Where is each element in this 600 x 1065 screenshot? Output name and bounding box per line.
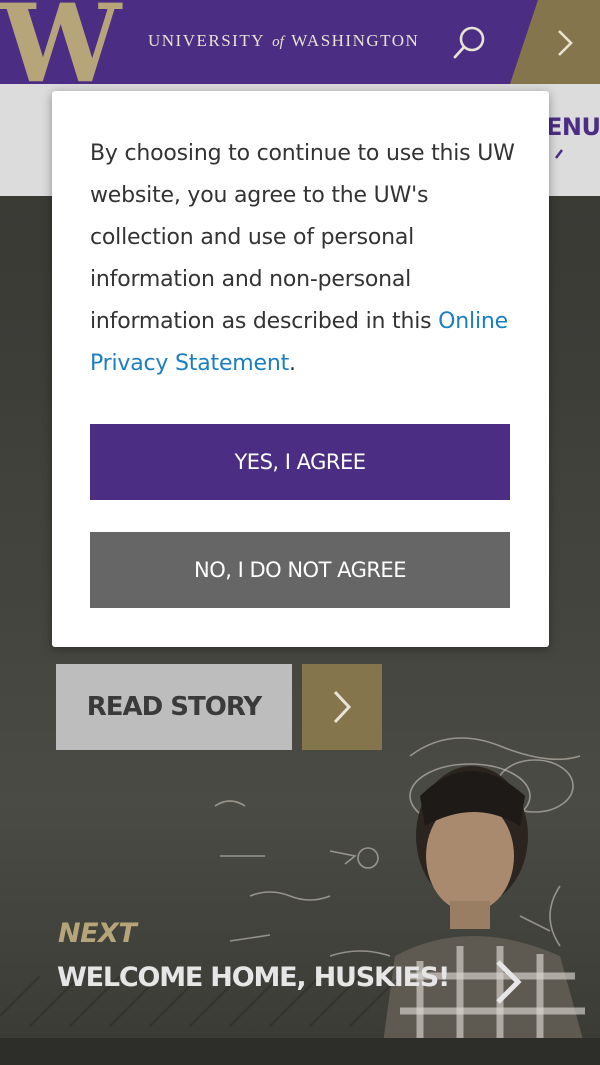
search-button[interactable] <box>450 22 490 62</box>
menu-button[interactable]: ENU <box>546 113 600 141</box>
uw-logo[interactable]: W <box>0 0 121 84</box>
privacy-consent-dialog: By choosing to continue to use this UW w… <box>52 91 549 647</box>
agree-button[interactable]: YES, I AGREE <box>90 424 510 500</box>
wordmark-of: of <box>272 34 284 50</box>
read-story-arrow-button[interactable] <box>302 664 382 750</box>
next-label: NEXT <box>58 918 137 949</box>
read-story-button[interactable]: READ STORY <box>56 664 292 750</box>
chevron-right-icon <box>333 690 352 724</box>
next-story-arrow[interactable] <box>492 957 524 1007</box>
bottom-bar <box>0 1038 600 1065</box>
wordmark-university: UNIVERSITY <box>148 31 265 50</box>
search-icon <box>453 26 485 59</box>
wordmark-washington: WASHINGTON <box>291 31 420 50</box>
chevron-down-icon <box>555 149 563 159</box>
consent-period: . <box>289 351 296 376</box>
next-story-title[interactable]: WELCOME HOME, HUSKIES! <box>57 962 450 993</box>
disagree-button[interactable]: NO, I DO NOT AGREE <box>90 532 510 608</box>
consent-text: By choosing to continue to use this UW w… <box>90 141 515 334</box>
chevron-right-icon <box>558 30 573 56</box>
header-arrow-button[interactable] <box>552 28 578 58</box>
site-header: W UNIVERSITY of WASHINGTON <box>0 0 600 84</box>
consent-message: By choosing to continue to use this UW w… <box>90 133 520 385</box>
chevron-right-icon <box>496 960 522 1004</box>
student-figure <box>380 766 590 1065</box>
university-wordmark[interactable]: UNIVERSITY of WASHINGTON <box>148 31 419 51</box>
